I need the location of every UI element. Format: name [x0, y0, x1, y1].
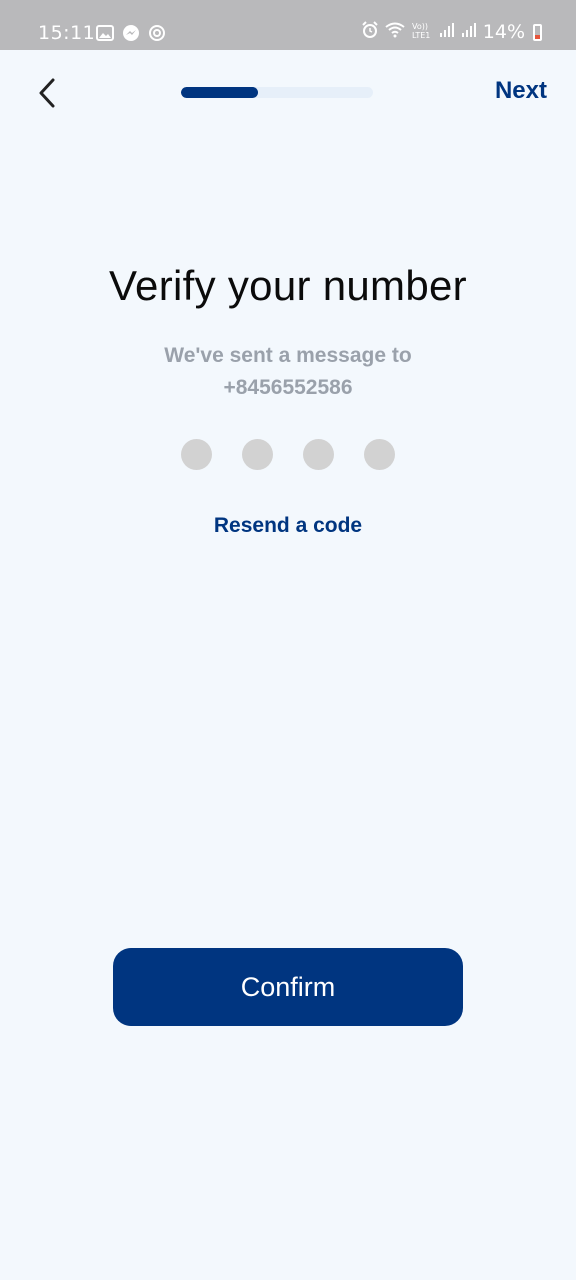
signal-icon	[461, 22, 477, 42]
signal-icon	[439, 22, 455, 42]
code-digit-dot	[303, 439, 334, 470]
code-digit-dot	[364, 439, 395, 470]
battery-percentage: 14%	[482, 21, 525, 43]
page-title: Verify your number	[109, 262, 467, 309]
gallery-icon	[96, 25, 114, 45]
chevron-left-icon	[39, 78, 55, 108]
next-button[interactable]: Next	[495, 77, 547, 105]
back-button[interactable]	[30, 76, 64, 110]
confirm-button[interactable]: Confirm	[113, 948, 463, 1026]
svg-text:LTE1: LTE1	[412, 31, 430, 39]
status-bar: 15:11 Vo)) LTE1 14%	[0, 0, 576, 50]
progress-fill	[181, 87, 258, 98]
status-left-icons	[96, 24, 166, 46]
status-right-icons: Vo)) LTE1 14%	[361, 21, 542, 43]
wifi-icon	[385, 22, 405, 42]
top-nav: Next	[0, 50, 576, 140]
battery-icon	[533, 23, 542, 41]
messenger-icon	[122, 24, 140, 46]
alarm-icon	[361, 21, 379, 43]
verification-code-input[interactable]	[181, 439, 395, 470]
code-digit-dot	[181, 439, 212, 470]
volte-icon: Vo)) LTE1	[411, 21, 433, 43]
code-digit-dot	[242, 439, 273, 470]
svg-text:Vo)): Vo))	[412, 22, 428, 31]
phone-number: +8456552586	[223, 376, 353, 399]
subtitle-message: We've sent a message to	[164, 344, 412, 367]
sync-icon	[148, 24, 166, 46]
status-time: 15:11	[38, 22, 96, 44]
progress-bar	[181, 87, 373, 98]
resend-code-link[interactable]: Resend a code	[0, 514, 576, 538]
